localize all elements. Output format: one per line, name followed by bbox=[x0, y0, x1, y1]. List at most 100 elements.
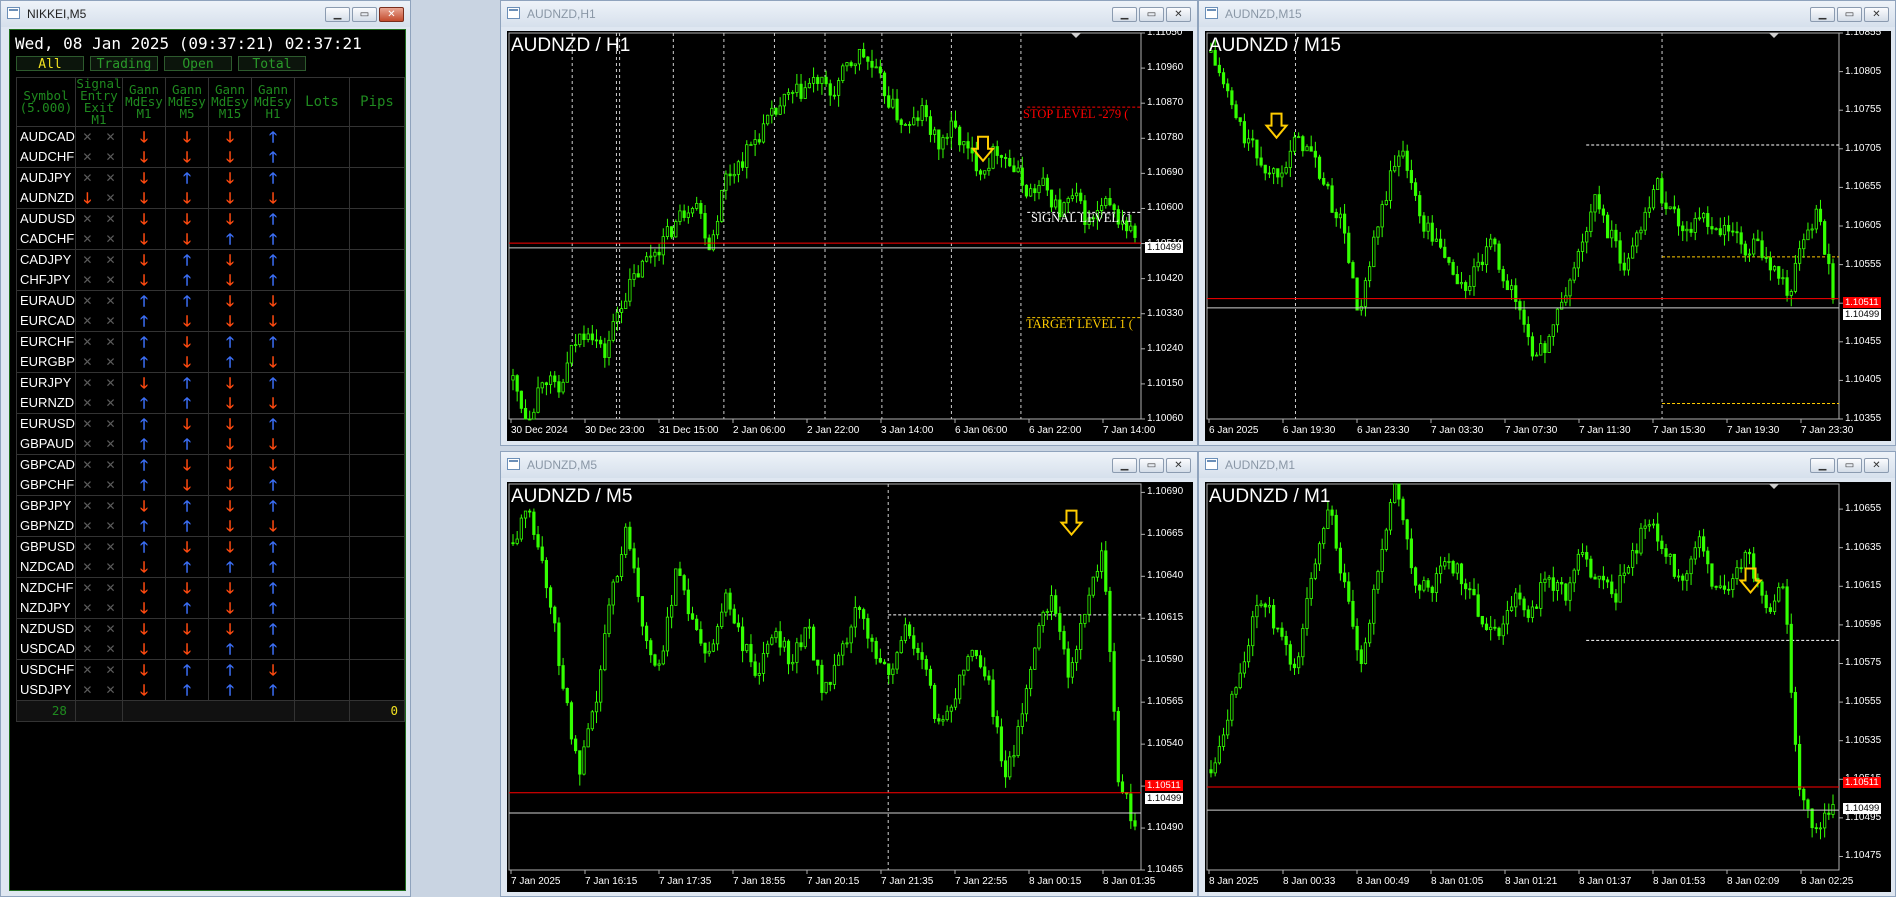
maximize-button[interactable]: ▭ bbox=[352, 7, 377, 22]
symbol-cell[interactable]: CADJPY bbox=[16, 249, 76, 270]
table-row[interactable]: CHFJPY ✕ ✕ 🡓 🡑 🡓 🡑 bbox=[16, 270, 405, 291]
candlestick-chart[interactable] bbox=[507, 31, 1193, 441]
candlestick-chart[interactable] bbox=[1205, 482, 1891, 892]
symbol-cell[interactable]: AUDCAD bbox=[16, 126, 76, 147]
symbol-cell[interactable]: USDCHF bbox=[16, 659, 76, 680]
dashboard-titlebar[interactable]: NIKKEI,M5 ▁ ▭ ✕ bbox=[1, 1, 410, 27]
candle-body bbox=[1388, 170, 1393, 201]
minimize-button[interactable]: ▁ bbox=[1112, 7, 1137, 22]
minimize-button[interactable]: ▁ bbox=[1810, 458, 1835, 473]
chart-area[interactable]: AUDNZD / M1 1.10655 1.10635 1.10615 1.10595… bbox=[1205, 482, 1891, 892]
table-row[interactable]: NZDCHF ✕ ✕ 🡓 🡓 🡓 🡑 bbox=[16, 577, 405, 598]
chart-area[interactable]: AUDNZD / M15 1.10855 1.10805 1.10755 1.1070… bbox=[1205, 31, 1891, 441]
table-row[interactable]: GBPNZD ✕ ✕ 🡑 🡑 🡓 🡓 bbox=[16, 516, 405, 537]
symbol-cell[interactable]: GBPCHF bbox=[16, 475, 76, 496]
table-row[interactable]: AUDUSD ✕ ✕ 🡓 🡓 🡓 🡑 bbox=[16, 208, 405, 229]
table-row[interactable]: AUDCHF ✕ ✕ 🡓 🡓 🡓 🡑 bbox=[16, 147, 405, 168]
table-row[interactable]: AUDCAD ✕ ✕ 🡓 🡓 🡓 🡑 bbox=[16, 126, 405, 147]
chart-titlebar[interactable]: AUDNZD,H1 ▁ ▭ ✕ bbox=[501, 1, 1197, 27]
table-row[interactable]: NZDJPY ✕ ✕ 🡓 🡑 🡓 🡑 bbox=[16, 598, 405, 619]
symbol-cell[interactable]: GBPCAD bbox=[16, 454, 76, 475]
symbol-cell[interactable]: GBPAUD bbox=[16, 434, 76, 455]
table-row[interactable]: EURCHF ✕ ✕ 🡑 🡓 🡑 🡑 bbox=[16, 331, 405, 352]
close-button[interactable]: ✕ bbox=[1864, 7, 1889, 22]
none-icon: ✕ bbox=[82, 641, 93, 656]
table-row[interactable]: EURUSD ✕ ✕ 🡑 🡓 🡓 🡑 bbox=[16, 413, 405, 434]
table-row[interactable]: GBPAUD ✕ ✕ 🡑 🡑 🡓 🡓 bbox=[16, 434, 405, 455]
candle-body bbox=[1079, 622, 1083, 651]
symbol-cell[interactable]: USDCAD bbox=[16, 639, 76, 660]
candle-body bbox=[569, 344, 574, 364]
table-row[interactable]: EURGBP ✕ ✕ 🡑 🡓 🡑 🡓 bbox=[16, 352, 405, 373]
symbol-cell[interactable]: NZDUSD bbox=[16, 618, 76, 639]
chart-area[interactable]: AUDNZD / M5 1.10690 1.10665 1.10640 1.10615… bbox=[507, 482, 1193, 892]
symbol-cell[interactable]: GBPJPY bbox=[16, 495, 76, 516]
tab-total[interactable]: Total bbox=[238, 56, 306, 72]
symbol-cell[interactable]: GBPUSD bbox=[16, 536, 76, 557]
tab-trading[interactable]: Trading bbox=[90, 56, 158, 72]
minimize-button[interactable]: ▁ bbox=[325, 7, 350, 22]
gann-cell: 🡑 bbox=[251, 495, 295, 516]
symbol-cell[interactable]: EURJPY bbox=[16, 372, 76, 393]
table-row[interactable]: EURAUD ✕ ✕ 🡑 🡑 🡓 🡓 bbox=[16, 290, 405, 311]
table-row[interactable]: AUDJPY ✕ ✕ 🡓 🡑 🡓 🡑 bbox=[16, 167, 405, 188]
table-row[interactable]: CADJPY ✕ ✕ 🡓 🡑 🡓 🡑 bbox=[16, 249, 405, 270]
close-button[interactable]: ✕ bbox=[1166, 7, 1191, 22]
maximize-button[interactable]: ▭ bbox=[1837, 458, 1862, 473]
close-button[interactable]: ✕ bbox=[379, 7, 404, 22]
table-row[interactable]: EURCAD ✕ ✕ 🡑 🡓 🡓 🡓 bbox=[16, 311, 405, 332]
chart-area[interactable]: AUDNZD / H1 STOP LEVEL -279 ( SIGNAL LEV… bbox=[507, 31, 1193, 441]
symbol-cell[interactable]: CHFJPY bbox=[16, 270, 76, 291]
symbol-cell[interactable]: NZDJPY bbox=[16, 598, 76, 619]
close-button[interactable]: ✕ bbox=[1166, 458, 1191, 473]
table-row[interactable]: AUDNZD 🡓 ✕ 🡓 🡓 🡓 🡓 bbox=[16, 188, 405, 209]
table-row[interactable]: CADCHF ✕ ✕ 🡓 🡓 🡑 🡑 bbox=[16, 229, 405, 250]
symbol-cell[interactable]: EURAUD bbox=[16, 290, 76, 311]
candle-body bbox=[519, 517, 523, 540]
table-row[interactable]: NZDUSD ✕ ✕ 🡓 🡓 🡓 🡑 bbox=[16, 618, 405, 639]
candlestick-chart[interactable] bbox=[507, 482, 1193, 892]
table-row[interactable]: NZDCAD ✕ ✕ 🡓 🡑 🡑 🡑 bbox=[16, 557, 405, 578]
symbol-cell[interactable]: EURUSD bbox=[16, 413, 76, 434]
candle-body bbox=[1572, 267, 1576, 281]
tab-open[interactable]: Open bbox=[164, 56, 232, 72]
table-row[interactable]: USDCHF ✕ ✕ 🡓 🡑 🡑 🡓 bbox=[16, 659, 405, 680]
tab-all[interactable]: All bbox=[16, 56, 84, 72]
symbol-cell[interactable]: AUDJPY bbox=[16, 167, 76, 188]
chart-window-icon bbox=[1205, 458, 1218, 470]
symbol-cell[interactable]: AUDNZD bbox=[16, 188, 76, 209]
gann-cell: 🡓 bbox=[208, 147, 252, 168]
symbol-cell[interactable]: EURCAD bbox=[16, 311, 76, 332]
symbol-cell[interactable]: EURGBP bbox=[16, 352, 76, 373]
symbol-cell[interactable]: NZDCHF bbox=[16, 577, 76, 598]
chart-titlebar[interactable]: AUDNZD,M1 ▁ ▭ ✕ bbox=[1199, 452, 1895, 478]
symbol-cell[interactable]: EURCHF bbox=[16, 331, 76, 352]
candle-body bbox=[686, 212, 690, 218]
symbol-cell[interactable]: USDJPY bbox=[16, 680, 76, 701]
candle-body bbox=[1359, 649, 1363, 665]
symbol-cell[interactable]: AUDUSD bbox=[16, 208, 76, 229]
table-row[interactable]: USDCAD ✕ ✕ 🡓 🡓 🡑 🡑 bbox=[16, 639, 405, 660]
close-button[interactable]: ✕ bbox=[1864, 458, 1889, 473]
table-row[interactable]: GBPJPY ✕ ✕ 🡓 🡑 🡓 🡑 bbox=[16, 495, 405, 516]
maximize-button[interactable]: ▭ bbox=[1139, 458, 1164, 473]
symbol-cell[interactable]: AUDCHF bbox=[16, 147, 76, 168]
table-row[interactable]: GBPUSD ✕ ✕ 🡑 🡓 🡓 🡑 bbox=[16, 536, 405, 557]
chart-titlebar[interactable]: AUDNZD,M5 ▁ ▭ ✕ bbox=[501, 452, 1197, 478]
symbol-cell[interactable]: EURNZD bbox=[16, 393, 76, 414]
table-row[interactable]: USDJPY ✕ ✕ 🡓 🡑 🡑 🡑 bbox=[16, 680, 405, 701]
maximize-button[interactable]: ▭ bbox=[1139, 7, 1164, 22]
candlestick-chart[interactable] bbox=[1205, 31, 1891, 441]
table-row[interactable]: GBPCAD ✕ ✕ 🡑 🡓 🡓 🡓 bbox=[16, 454, 405, 475]
minimize-button[interactable]: ▁ bbox=[1810, 7, 1835, 22]
table-row[interactable]: EURNZD ✕ ✕ 🡑 🡑 🡓 🡓 bbox=[16, 393, 405, 414]
table-row[interactable]: GBPCHF ✕ ✕ 🡑 🡓 🡓 🡑 bbox=[16, 475, 405, 496]
symbol-cell[interactable]: GBPNZD bbox=[16, 516, 76, 537]
candle-body bbox=[1434, 573, 1439, 593]
minimize-button[interactable]: ▁ bbox=[1112, 458, 1137, 473]
table-row[interactable]: EURJPY ✕ ✕ 🡓 🡑 🡓 🡑 bbox=[16, 372, 405, 393]
symbol-cell[interactable]: NZDCAD bbox=[16, 557, 76, 578]
chart-titlebar[interactable]: AUDNZD,M15 ▁ ▭ ✕ bbox=[1199, 1, 1895, 27]
symbol-cell[interactable]: CADCHF bbox=[16, 229, 76, 250]
maximize-button[interactable]: ▭ bbox=[1837, 7, 1862, 22]
